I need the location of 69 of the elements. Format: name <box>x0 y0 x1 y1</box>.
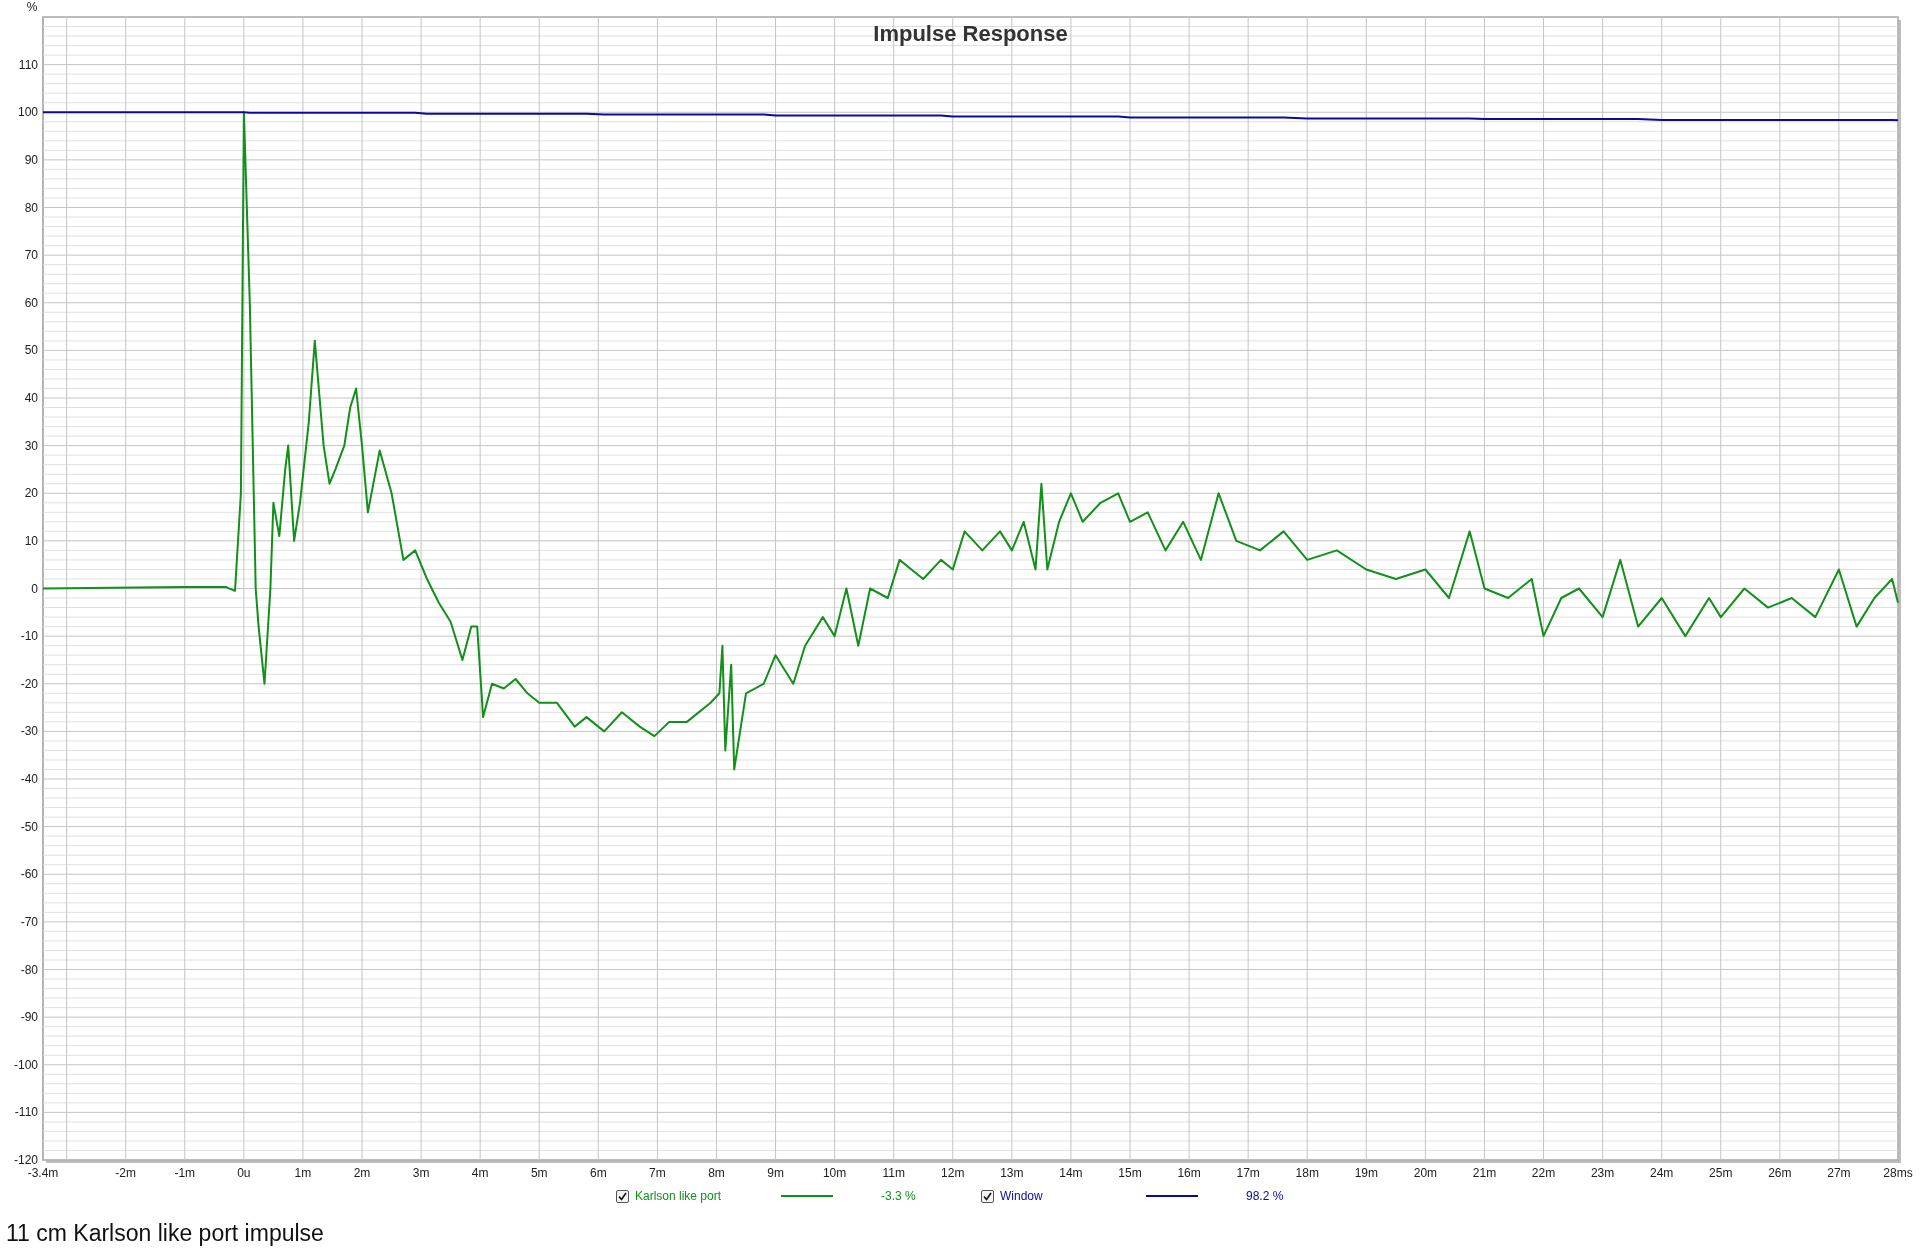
series-reading: -3.3 % <box>881 1188 917 1205</box>
axis-tick-label: 100 <box>17 105 38 120</box>
axis-tick-label: 14m <box>1059 1166 1083 1180</box>
axis-tick-label: -30 <box>20 724 38 739</box>
axis-tick-label: 10 <box>24 533 38 548</box>
axis-tick-label: 50 <box>24 343 38 358</box>
chart-title: Impulse Response <box>873 21 1068 46</box>
axis-tick-label: 60 <box>24 295 38 310</box>
axis-tick-label: -50 <box>20 819 38 834</box>
axis-tick-label: 6m <box>590 1166 607 1180</box>
check-icon <box>618 1191 627 1201</box>
graph-caption: 11 cm Karlson like port impulse <box>6 1220 324 1246</box>
axis-tick-label: 0u <box>237 1166 251 1180</box>
axis-tick-label: 4m <box>471 1166 489 1180</box>
axis-tick-label: 21m <box>1472 1166 1497 1180</box>
series-reading: 98.2 % <box>1246 1188 1285 1205</box>
axis-tick-label: 25m <box>1709 1166 1733 1180</box>
axis-tick-label: 15m <box>1118 1166 1142 1180</box>
axis-tick-label: 3m <box>412 1166 430 1180</box>
axis-tick-label: -1m <box>174 1166 196 1180</box>
axis-tick-label: 11m <box>882 1166 905 1180</box>
axis-tick-label: 1m <box>294 1166 312 1180</box>
series-name: Karlson like port <box>635 1188 723 1205</box>
axis-tick-label: 12m <box>941 1166 965 1180</box>
check-icon <box>983 1191 992 1201</box>
axis-tick-label: -120 <box>13 1153 38 1167</box>
axis-tick-label: 26m <box>1768 1166 1792 1180</box>
axis-tick-label: -40 <box>20 772 38 786</box>
series-checkbox[interactable] <box>616 1189 629 1203</box>
axis-tick-label: -70 <box>20 914 38 929</box>
axis-tick-label: 90 <box>24 152 38 167</box>
axis-tick-label: 70 <box>24 248 38 263</box>
axis-tick-label: 28ms <box>1883 1166 1913 1180</box>
axis-tick-label: 20 <box>24 486 38 501</box>
axis-tick-label: 17m <box>1236 1166 1260 1180</box>
axis-tick-label: 16m <box>1177 1166 1201 1180</box>
axis-tick-label: -20 <box>20 676 38 691</box>
axis-tick-label: -110 <box>14 1105 38 1120</box>
series-name: Window <box>1000 1188 1044 1205</box>
axis-tick-label: 10m <box>822 1166 847 1180</box>
axis-tick-label: 19m <box>1354 1166 1378 1180</box>
legend-line-sample <box>1146 1195 1198 1197</box>
axis-tick-label: 24m <box>1650 1166 1674 1180</box>
axis-tick-label: 8m <box>708 1166 725 1180</box>
axis-tick-label: -80 <box>20 962 38 977</box>
axis-tick-label: 110 <box>18 57 38 72</box>
axis-tick-label: 80 <box>24 200 38 215</box>
axis-tick-label: -60 <box>20 867 38 882</box>
legend-line-sample <box>781 1195 833 1197</box>
axis-tick-label: 0 <box>31 581 38 596</box>
axis-tick-label: 20m <box>1413 1166 1438 1180</box>
y-axis-unit: % <box>26 0 38 14</box>
axis-tick-label: -10 <box>20 629 38 644</box>
axis-tick-label: 40 <box>24 391 38 405</box>
axis-tick-label: 27m <box>1827 1166 1851 1180</box>
axis-tick-label: 2m <box>353 1166 371 1180</box>
axis-tick-label: 5m <box>530 1166 548 1180</box>
axis-tick-label: 13m <box>1000 1166 1024 1180</box>
axis-tick-label: 22m <box>1531 1166 1556 1180</box>
axis-tick-label: -100 <box>13 1057 38 1072</box>
series-checkbox[interactable] <box>981 1189 994 1203</box>
axis-tick-label: -3.4m <box>27 1166 59 1180</box>
axis-tick-label: 23m <box>1590 1166 1615 1180</box>
axis-tick-label: -2m <box>115 1166 137 1180</box>
axis-tick-label: 30 <box>24 438 38 453</box>
axis-tick-label: -90 <box>20 1010 38 1025</box>
axis-tick-label: 9m <box>767 1166 784 1180</box>
axis-tick-label: 7m <box>649 1166 666 1180</box>
axis-tick-label: 18m <box>1295 1166 1319 1180</box>
